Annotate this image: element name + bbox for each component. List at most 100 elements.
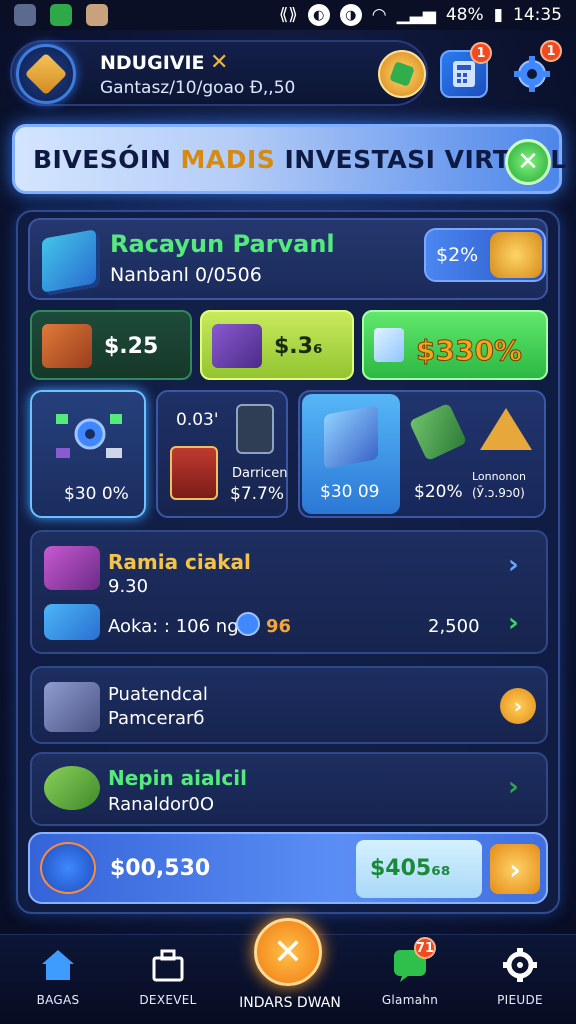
briefcase-icon bbox=[148, 945, 188, 985]
ledger-icon bbox=[170, 446, 218, 500]
tile-value: $.3₆ bbox=[274, 334, 323, 359]
chip-icon bbox=[44, 604, 100, 640]
card-value: $30 09 bbox=[320, 482, 380, 502]
notification-icon: ◑ bbox=[339, 4, 362, 26]
asset-tile[interactable]: $330% bbox=[362, 310, 548, 380]
asset-tile[interactable]: $.3₆ bbox=[200, 310, 354, 380]
gear-network-icon bbox=[54, 408, 124, 468]
card-value: $7.7% bbox=[230, 484, 285, 504]
wifi-icon: ◠ bbox=[371, 5, 387, 25]
investment-row[interactable]: Nepin aialcil Ranaldor0O › bbox=[30, 752, 548, 826]
app-icon bbox=[14, 4, 36, 26]
card-name: Darricen bbox=[232, 466, 288, 481]
nav-label: PIEUDE bbox=[497, 993, 543, 1007]
card-value: $20% bbox=[414, 482, 463, 502]
profile-box[interactable]: NDUGIVIE ✕ Gantasz/10/goao Đ,,50 bbox=[10, 40, 428, 106]
balance-value: $00,530 bbox=[110, 856, 211, 881]
username: NDUGIVIE bbox=[100, 52, 205, 74]
investment-row[interactable]: Ramia ciakal 9.30 › Aoka: : 106 ngb 96 2… bbox=[30, 530, 548, 654]
card-name: Lonnonon bbox=[472, 470, 527, 483]
row-title: Ramia ciakal bbox=[108, 550, 251, 574]
row-info: Aoka: : 106 ngb bbox=[108, 616, 251, 637]
summary-pill-value: $2% bbox=[436, 244, 479, 266]
crossed-swords-icon: ✕ bbox=[210, 50, 229, 75]
banner-title-accent: MADIS bbox=[180, 145, 276, 174]
app-icon bbox=[86, 4, 108, 26]
chat-badge: 71 bbox=[414, 937, 436, 959]
portfolio-summary[interactable]: Racayun Parvanl Nanbanl 0/0506 $2% bbox=[28, 218, 548, 300]
battery-icon: ▮ bbox=[493, 5, 503, 25]
coin-icon bbox=[236, 612, 260, 636]
card-highlight[interactable]: $30 09 bbox=[302, 394, 400, 514]
close-banner-button[interactable]: ✕ bbox=[505, 139, 551, 185]
row-right-value: 2,500 bbox=[428, 616, 480, 637]
box-icon bbox=[44, 682, 100, 732]
tile-value: $.25 bbox=[104, 334, 159, 359]
coin-button[interactable] bbox=[378, 50, 426, 98]
asset-card[interactable]: $30 0% bbox=[30, 390, 146, 518]
summary-subtitle: Nanbanl 0/0506 bbox=[110, 264, 262, 286]
signal-icon: ▁▃▅ bbox=[396, 5, 436, 25]
balance-box: $405₆₈ bbox=[356, 840, 482, 898]
card-value: $30 0% bbox=[64, 484, 129, 504]
nav-label: DEXEVEL bbox=[139, 993, 197, 1007]
nav-item-chat[interactable]: 71 Glamahn bbox=[362, 937, 458, 1021]
pyramid-icon bbox=[480, 408, 532, 450]
asset-card[interactable]: $30 09 $20% Lonnonon (Ӯ.ᴐ.9ᴐ0) bbox=[298, 390, 546, 518]
investment-row[interactable]: Puatendcal Pamcerarб › bbox=[30, 666, 548, 744]
clock: 14:35 bbox=[513, 5, 562, 25]
close-icon: ✕ bbox=[272, 931, 304, 973]
document-icon bbox=[236, 404, 274, 454]
tile-value: $330% bbox=[416, 334, 523, 368]
arrow-right-icon: › bbox=[509, 852, 521, 886]
avatar[interactable] bbox=[16, 44, 76, 104]
balance-box-value: $405₆₈ bbox=[370, 856, 451, 881]
nav-label: Glamahn bbox=[381, 993, 439, 1007]
cash-stack-icon bbox=[408, 402, 468, 462]
arrow-right-icon: › bbox=[513, 694, 523, 718]
treasure-chest-icon bbox=[42, 324, 92, 368]
gem-bag-icon bbox=[212, 324, 262, 368]
chevron-right-icon[interactable]: › bbox=[508, 550, 519, 580]
row-info-value: 96 bbox=[266, 616, 292, 637]
summary-title: Racayun Parvanl bbox=[110, 230, 335, 258]
row-sub: Pamcerarб bbox=[108, 708, 205, 729]
promo-banner[interactable]: BIVESÓIN MADIS INVESTASI VIRTUAL ✕ bbox=[12, 124, 566, 194]
battery-percent: 48% bbox=[445, 5, 484, 25]
crystal-cube-icon bbox=[324, 405, 378, 469]
settings-button[interactable]: 1 bbox=[508, 40, 562, 98]
nav-label: BAGAS bbox=[36, 993, 80, 1007]
asset-card[interactable]: 0.03' Darricen $7.7% bbox=[156, 390, 288, 518]
money-bag-icon bbox=[44, 766, 100, 810]
asset-tile[interactable]: $.25 bbox=[30, 310, 192, 380]
center-action-button[interactable]: ✕ bbox=[254, 918, 322, 986]
chest-icon bbox=[44, 546, 100, 590]
balance-card[interactable]: $00,530 $405₆₈ › bbox=[28, 832, 548, 904]
avatar-emblem-icon bbox=[24, 52, 68, 96]
nav-item-settings[interactable]: PIEUDE bbox=[472, 945, 568, 1021]
row-sub: Ranaldor0O bbox=[108, 794, 215, 815]
row-sub: 9.30 bbox=[108, 576, 149, 597]
card-value: (Ӯ.ᴐ.9ᴐ0) bbox=[472, 486, 525, 500]
row-title: Puatendcal bbox=[108, 684, 208, 705]
chat-icon: 71 bbox=[390, 937, 436, 985]
nfc-icon: ⟪⟫ bbox=[278, 5, 298, 25]
chevron-right-icon[interactable]: › bbox=[508, 772, 519, 802]
banner-title-part1: BIVESÓIN bbox=[33, 145, 181, 174]
banner-title: BIVESÓIN MADIS INVESTASI VIRTUAL bbox=[33, 145, 567, 174]
nav-item-portfolio[interactable]: DEXEVEL bbox=[120, 945, 216, 1021]
continue-button[interactable]: › bbox=[490, 844, 540, 894]
gear-icon bbox=[500, 945, 540, 985]
news-button[interactable]: 1 bbox=[440, 42, 492, 98]
coin-icon bbox=[490, 232, 542, 278]
close-icon: ✕ bbox=[517, 147, 539, 177]
home-icon bbox=[38, 945, 78, 985]
nav-label: INDARS DWAN bbox=[239, 995, 341, 1011]
go-button[interactable]: › bbox=[500, 688, 536, 724]
notification-icon: ◐ bbox=[307, 4, 330, 26]
summary-pill[interactable]: $2% bbox=[424, 228, 546, 282]
nav-item-home[interactable]: BAGAS bbox=[10, 945, 106, 1021]
chevron-right-icon[interactable]: › bbox=[508, 608, 519, 638]
cube-icon bbox=[42, 229, 96, 293]
wallet-icon bbox=[40, 842, 96, 894]
